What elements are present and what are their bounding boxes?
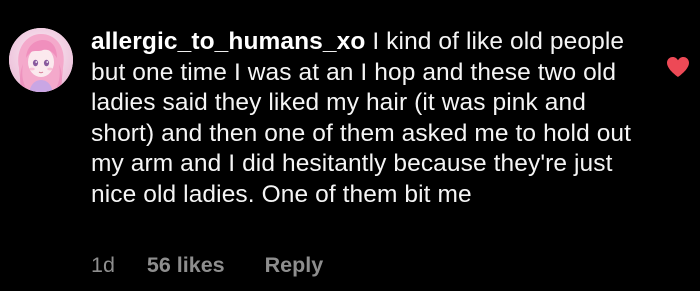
comment-likes-count[interactable]: 56 likes <box>147 252 225 278</box>
avatar[interactable] <box>9 28 73 92</box>
avatar-illustration <box>9 28 73 92</box>
comment-username[interactable]: allergic_to_humans_xo <box>91 28 365 55</box>
comment-body: allergic_to_humans_xo I kind of like old… <box>91 27 651 211</box>
reply-button[interactable]: Reply <box>265 252 324 278</box>
heart-icon[interactable] <box>666 56 690 78</box>
comment: allergic_to_humans_xo I kind of like old… <box>0 0 700 291</box>
heart-icon-shape <box>667 57 689 77</box>
comment-age: 1d <box>91 253 115 277</box>
comment-meta: 1d 56 likes Reply <box>91 252 323 278</box>
